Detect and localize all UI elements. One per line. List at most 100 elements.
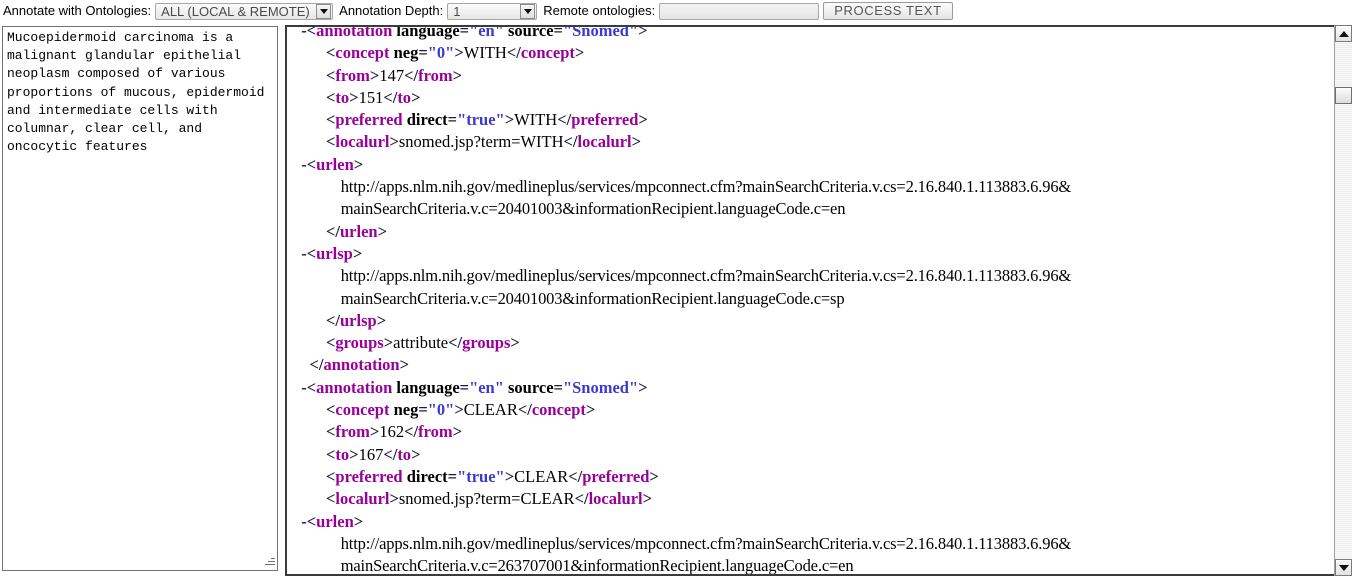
vertical-scrollbar[interactable] xyxy=(1334,25,1352,576)
chevron-down-icon[interactable] xyxy=(520,4,535,19)
xml-tag-name: urlen xyxy=(316,512,354,531)
xml-text-value: 151 xyxy=(359,88,384,107)
annotation-depth-label: Annotation Depth: xyxy=(336,0,447,22)
remote-ontologies-label: Remote ontologies: xyxy=(540,0,659,22)
xml-text-value: 167 xyxy=(359,445,384,464)
xml-tag-name: urlsp xyxy=(316,244,353,263)
xml-attribute-value: "Snomed" xyxy=(563,25,638,40)
annotation-depth-select[interactable]: 1 xyxy=(447,3,537,20)
xml-element-line: <preferred direct="true">WITH</preferred… xyxy=(293,109,1333,131)
xml-tag-name: groups xyxy=(462,333,510,352)
remote-ontologies-input[interactable] xyxy=(659,3,819,20)
xml-element-line: </urlen> xyxy=(293,221,1333,243)
xml-element-line: <groups>attribute</groups> xyxy=(293,332,1333,354)
ontology-select[interactable]: ALL (LOCAL & REMOTE) xyxy=(155,3,333,20)
xml-element-line: -<annotation language="en" source="Snome… xyxy=(293,377,1333,399)
xml-tag-name: to xyxy=(335,88,349,107)
xml-text-value: 162 xyxy=(379,422,404,441)
scroll-up-arrow-icon[interactable] xyxy=(1335,25,1352,42)
xml-element-line: <concept neg="0">WITH</concept> xyxy=(293,42,1333,64)
xml-attribute-name: neg xyxy=(394,400,419,419)
xml-text-line: http://apps.nlm.nih.gov/medlineplus/serv… xyxy=(293,176,1333,198)
xml-element-line: -<urlen> xyxy=(293,511,1333,533)
xml-tag-name: to xyxy=(397,445,411,464)
xml-attribute-name: source xyxy=(508,378,554,397)
xml-element-line: <localurl>snomed.jsp?term=WITH</localurl… xyxy=(293,131,1333,153)
xml-tag-name: from xyxy=(418,66,453,85)
xml-text-line: mainSearchCriteria.v.c=263707001&informa… xyxy=(293,555,1333,576)
xml-text-value: snomed.jsp?term=WITH xyxy=(399,132,564,151)
xml-text-value: snomed.jsp?term=CLEAR xyxy=(399,489,575,508)
scrollbar-track[interactable] xyxy=(1335,42,1352,559)
xml-text-value: WITH xyxy=(514,110,557,129)
xml-tag-name: preferred xyxy=(582,467,649,486)
xml-text-value: CLEAR xyxy=(464,400,518,419)
xml-tag-name: concept xyxy=(335,43,389,62)
annotation-depth-value: 1 xyxy=(448,4,520,19)
xml-tag-name: groups xyxy=(335,333,383,352)
chevron-down-icon[interactable] xyxy=(316,4,331,19)
xml-text-value: attribute xyxy=(393,333,448,352)
xml-tag-name: to xyxy=(397,88,411,107)
xml-tag-name: from xyxy=(335,422,370,441)
xml-element-line: <from>147</from> xyxy=(293,65,1333,87)
xml-tag-name: preferred xyxy=(335,110,402,129)
scroll-down-arrow-icon[interactable] xyxy=(1335,559,1352,576)
xml-text-value: 147 xyxy=(379,66,404,85)
xml-text-value: WITH xyxy=(464,43,507,62)
xml-tag-name: localurl xyxy=(335,489,389,508)
xml-tag-name: urlsp xyxy=(340,311,377,330)
xml-tag-name: concept xyxy=(532,400,586,419)
xml-element-line: </urlsp> xyxy=(293,310,1333,332)
xml-attribute-value: "en" xyxy=(469,378,504,397)
xml-tag-name: annotation xyxy=(324,355,400,374)
xml-element-line: -<urlsp> xyxy=(293,243,1333,265)
xml-element-line: </annotation> xyxy=(293,354,1333,376)
scrollbar-thumb[interactable] xyxy=(1335,87,1352,104)
collapse-toggle-icon[interactable]: - xyxy=(293,25,307,40)
xml-element-line: -<annotation language="en" source="Snome… xyxy=(293,25,1333,42)
xml-element-line: <from>162</from> xyxy=(293,421,1333,443)
xml-attribute-value: "en" xyxy=(469,25,504,40)
xml-tag-name: from xyxy=(335,66,370,85)
xml-tag-name: localurl xyxy=(578,132,632,151)
xml-attribute-name: language xyxy=(396,25,459,40)
ontology-select-value: ALL (LOCAL & REMOTE) xyxy=(156,4,316,19)
xml-text-line: mainSearchCriteria.v.c=20401003&informat… xyxy=(293,198,1333,220)
xml-tag-name: concept xyxy=(521,43,575,62)
xml-attribute-value: "Snomed" xyxy=(563,378,638,397)
xml-result-pane: -<annotation language="en" source="Snome… xyxy=(285,25,1351,576)
source-text-input[interactable] xyxy=(2,26,278,571)
annotation-tool-window: Annotate with Ontologies: ALL (LOCAL & R… xyxy=(0,0,1354,579)
xml-attribute-value: "true" xyxy=(457,467,505,486)
xml-content: -<annotation language="en" source="Snome… xyxy=(287,25,1333,576)
collapse-toggle-icon[interactable]: - xyxy=(293,244,307,263)
xml-attribute-name: language xyxy=(396,378,459,397)
xml-element-line: <to>167</to> xyxy=(293,444,1333,466)
toolbar: Annotate with Ontologies: ALL (LOCAL & R… xyxy=(0,0,1354,22)
process-text-button[interactable]: PROCESS TEXT xyxy=(823,2,952,20)
xml-tag-name: annotation xyxy=(316,378,392,397)
annotate-with-ontologies-label: Annotate with Ontologies: xyxy=(0,0,155,22)
xml-text-line: http://apps.nlm.nih.gov/medlineplus/serv… xyxy=(293,265,1333,287)
xml-tag-name: localurl xyxy=(335,132,389,151)
xml-text-line: http://apps.nlm.nih.gov/medlineplus/serv… xyxy=(293,533,1333,555)
xml-attribute-value: "0" xyxy=(428,43,455,62)
xml-attribute-name: direct xyxy=(407,110,448,129)
xml-element-line: <to>151</to> xyxy=(293,87,1333,109)
collapse-toggle-icon[interactable]: - xyxy=(293,378,307,397)
xml-attribute-name: source xyxy=(508,25,554,40)
xml-attribute-name: neg xyxy=(394,43,419,62)
collapse-toggle-icon[interactable]: - xyxy=(293,155,307,174)
xml-attribute-name: direct xyxy=(407,467,448,486)
xml-element-line: <localurl>snomed.jsp?term=CLEAR</localur… xyxy=(293,488,1333,510)
xml-tag-name: urlen xyxy=(340,222,378,241)
xml-element-line: -<urlen> xyxy=(293,154,1333,176)
xml-tag-name: localurl xyxy=(589,489,643,508)
xml-attribute-value: "0" xyxy=(428,400,455,419)
xml-tag-name: urlen xyxy=(316,155,354,174)
collapse-toggle-icon[interactable]: - xyxy=(293,512,307,531)
xml-text-value: CLEAR xyxy=(514,467,568,486)
xml-tag-name: annotation xyxy=(316,25,392,40)
xml-element-line: <preferred direct="true">CLEAR</preferre… xyxy=(293,466,1333,488)
